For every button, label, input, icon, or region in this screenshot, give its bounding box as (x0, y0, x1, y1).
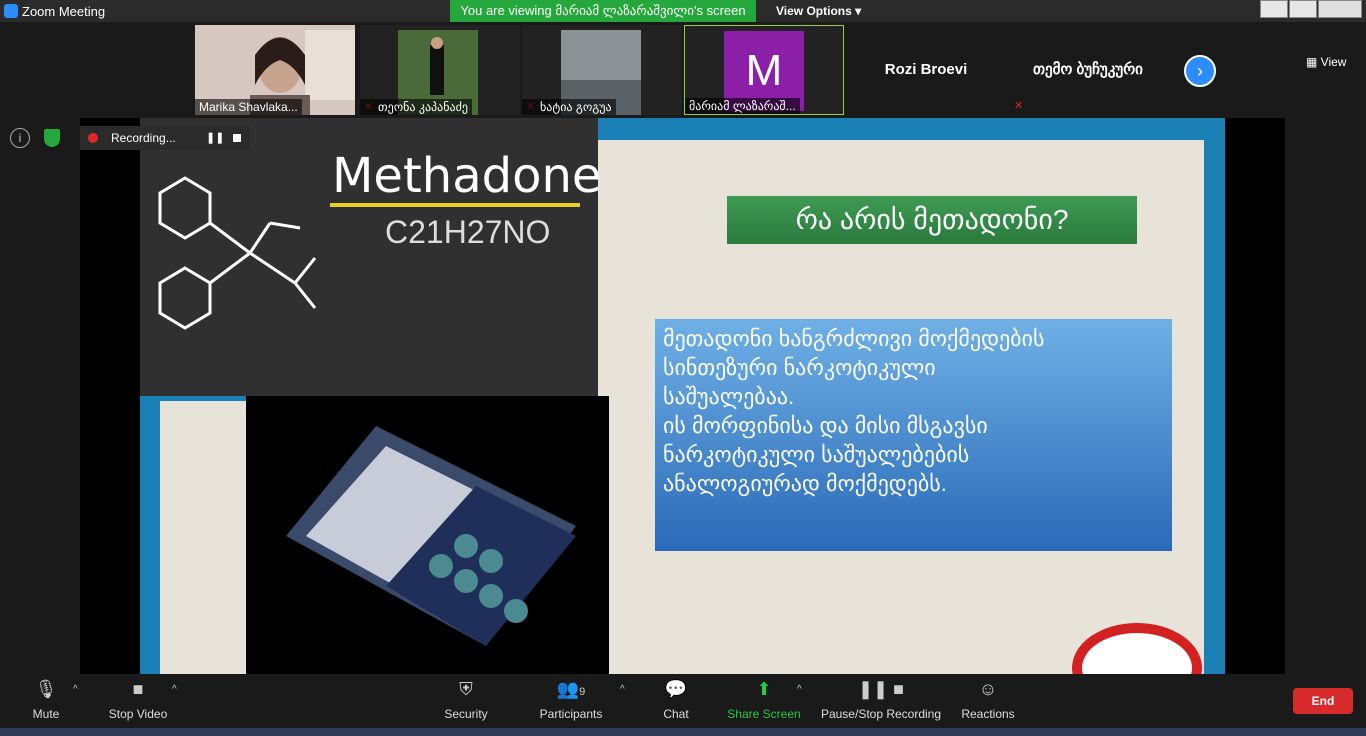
heading-underline (330, 203, 580, 207)
os-taskbar (0, 728, 1366, 736)
minimize-button[interactable] (1260, 0, 1288, 18)
meta-don-image (246, 396, 609, 674)
molecule-drawing (158, 176, 317, 330)
chat-bubble-icon: 💬 (664, 679, 688, 699)
participant-name: თეონა კაპანაძე (360, 99, 472, 115)
shield-icon: ⛨ (459, 679, 473, 699)
slide-heading: Methadone (332, 148, 602, 204)
participant-name: მარიამ ლაზარაშ... (685, 98, 800, 114)
share-screen-button[interactable]: ⬆ Share Screen (727, 674, 801, 728)
view-options-button[interactable]: View Options ▾ (766, 0, 872, 22)
participant-tile[interactable]: ✕ ხატია გოგუა (522, 25, 682, 115)
video-options-caret[interactable]: ^ (172, 684, 177, 695)
end-meeting-button[interactable]: End (1293, 688, 1353, 714)
meeting-info-icon[interactable]: i (10, 128, 30, 148)
next-page-button[interactable]: › (1184, 55, 1216, 87)
microphone-icon: 🎙 (34, 679, 58, 699)
close-button[interactable] (1318, 0, 1362, 18)
view-button[interactable]: ▦ View (1306, 55, 1346, 69)
participant-strip: Marika Shavlaka... ✕ თეონა კაპანაძე ✕ ხა… (0, 22, 1366, 118)
audio-options-caret[interactable]: ^ (73, 684, 78, 695)
slide: Methadone C21H27NO რა არის მეთადონი? მეთ… (140, 118, 1225, 674)
meeting-toolbar: 🎙 Mute ^ ■ Stop Video ^ ⛨ Security 👥9 Pa… (0, 674, 1366, 728)
recording-dot-icon (88, 133, 98, 143)
pill-box-drawing (286, 426, 576, 646)
chat-button[interactable]: 💬 Chat (656, 674, 696, 728)
reactions-button[interactable]: ☺ Reactions (958, 674, 1018, 728)
encryption-shield-icon[interactable] (44, 129, 60, 147)
pause-stop-recording-button[interactable]: ❚❚ ■ Pause/Stop Recording (820, 674, 942, 728)
share-screen-icon: ⬆ (756, 679, 772, 699)
chemical-formula: C21H27NO (385, 214, 551, 250)
recording-indicator: Recording... ❚❚ (80, 126, 250, 150)
participant-name: Marika Shavlaka... (195, 99, 302, 115)
participant-name: ხატია გოგუა (522, 99, 616, 115)
mute-button[interactable]: 🎙 Mute (22, 674, 70, 728)
maximize-button[interactable] (1289, 0, 1317, 18)
zoom-logo-icon (4, 4, 18, 18)
window-title: Zoom Meeting (22, 4, 106, 19)
slide-body-text: მეთადონი ხანგრძლივი მოქმედების სინთეზური… (655, 319, 1172, 551)
participant-tile-active[interactable]: M მარიამ ლაზარაშ... (684, 25, 844, 115)
participants-count: 9 (579, 686, 586, 698)
pause-stop-icon: ❚❚ ■ (857, 679, 905, 699)
smiley-icon: ☺ (978, 679, 998, 699)
mic-muted-icon: ✕ (1014, 100, 1024, 112)
stop-video-button[interactable]: ■ Stop Video (103, 674, 173, 728)
chalkboard-image: Methadone C21H27NO (140, 118, 602, 396)
recording-label: Recording... (111, 131, 176, 145)
chevron-right-icon: › (1197, 61, 1203, 81)
participant-name-only[interactable]: თემო ბუჩუკური (1008, 25, 1168, 115)
pause-recording-button[interactable]: ❚❚ (206, 131, 224, 144)
share-options-caret[interactable]: ^ (797, 684, 802, 695)
viewing-screen-banner: You are viewing მარიამ ლაზარაშვილი's scr… (450, 0, 756, 22)
participants-icon: 👥9 (556, 679, 586, 699)
slide-title-box: რა არის მეთადონი? (727, 196, 1137, 244)
participants-options-caret[interactable]: ^ (620, 684, 625, 695)
stop-recording-button[interactable] (233, 134, 241, 142)
participant-tile[interactable]: Marika Shavlaka... (195, 25, 355, 115)
slide-strip (160, 401, 246, 674)
shared-screen: Methadone C21H27NO რა არის მეთადონი? მეთ… (80, 118, 1285, 674)
video-camera-icon: ■ (132, 679, 144, 699)
participants-button[interactable]: 👥9 Participants (536, 674, 606, 728)
security-button[interactable]: ⛨ Security (436, 674, 496, 728)
participant-name-only[interactable]: Rozi Broevi (846, 25, 1006, 115)
participant-tile[interactable]: ✕ თეონა კაპანაძე (360, 25, 520, 115)
